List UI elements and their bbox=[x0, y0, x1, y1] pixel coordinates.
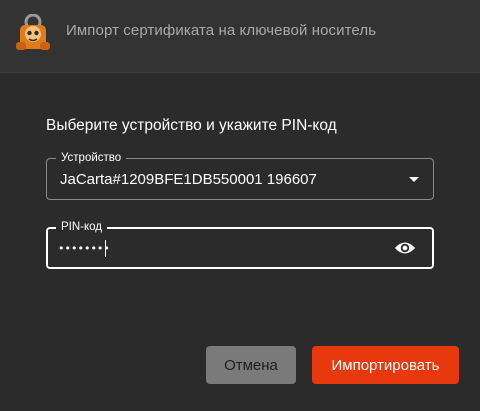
device-select[interactable]: Устройство JaCarta#1209BFE1DB550001 1966… bbox=[46, 151, 434, 200]
window-title: Импорт сертификата на ключевой носитель bbox=[66, 22, 377, 39]
dropdown-arrow-icon[interactable] bbox=[409, 177, 419, 182]
text-caret bbox=[105, 240, 106, 257]
title-bar: Импорт сертификата на ключевой носитель bbox=[0, 0, 480, 73]
pin-label: PIN-код bbox=[56, 220, 108, 234]
app-logo-icon bbox=[16, 14, 50, 50]
device-label: Устройство bbox=[56, 151, 127, 165]
eye-icon[interactable] bbox=[394, 239, 416, 257]
cancel-button[interactable]: Отмена bbox=[206, 346, 296, 384]
form-heading: Выберите устройство и укажите PIN-код bbox=[46, 117, 337, 134]
pin-input[interactable] bbox=[58, 236, 358, 260]
device-value: JaCarta#1209BFE1DB550001 196607 bbox=[60, 171, 317, 188]
pin-field[interactable]: PIN-код bbox=[46, 220, 434, 269]
import-button[interactable]: Импортировать bbox=[312, 346, 459, 384]
